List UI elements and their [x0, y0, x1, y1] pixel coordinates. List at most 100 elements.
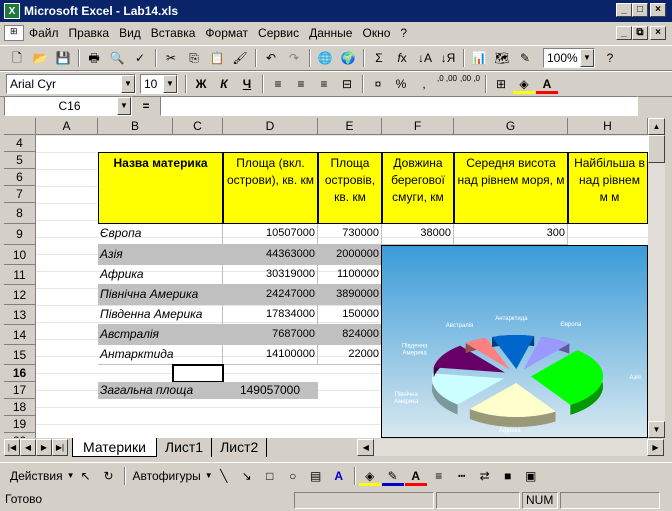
row-header-15[interactable]: 15	[4, 345, 36, 365]
scroll-right-icon[interactable]: ▶	[647, 439, 664, 456]
column-header-b[interactable]: B	[98, 118, 173, 135]
line-icon[interactable]: ╲	[213, 466, 235, 486]
rotate-icon[interactable]: ↻	[98, 466, 120, 486]
row-header-7[interactable]: 7	[4, 186, 36, 203]
map-icon[interactable]: 🗺	[491, 48, 513, 68]
text-color-icon[interactable]: A	[404, 466, 427, 486]
line-color-icon[interactable]: ✎	[381, 466, 404, 486]
redo-icon[interactable]: ↷	[283, 48, 305, 68]
cell-total-value[interactable]: 149057000	[223, 382, 318, 399]
active-cell-c16[interactable]	[172, 364, 224, 383]
fill-bucket-icon[interactable]: ◈	[358, 466, 381, 486]
row-header-18[interactable]: 18	[4, 399, 36, 416]
merge-center-icon[interactable]: ⊟	[336, 74, 358, 94]
prev-sheet-icon[interactable]: ◀	[20, 439, 36, 456]
scroll-up-icon[interactable]: ▲	[648, 118, 665, 135]
scroll-left-icon[interactable]: ◀	[357, 439, 375, 456]
first-sheet-icon[interactable]: |◀	[4, 439, 20, 456]
header-avg-height[interactable]: Середня висота над рівнем моря, м	[454, 152, 568, 224]
tab-lyst2[interactable]: Лист2	[212, 438, 268, 457]
cell-area-europe[interactable]: 10507000	[223, 224, 318, 245]
drawing-icon[interactable]: ✎	[514, 48, 536, 68]
cell-islands-asia[interactable]: 2000000	[318, 245, 382, 265]
cell-islands-north-america[interactable]: 3890000	[318, 285, 382, 305]
header-max-height[interactable]: Найбільша в над рівнем м м	[568, 152, 648, 224]
oval-icon[interactable]: ○	[282, 466, 304, 486]
cell-avg-europe[interactable]: 300	[454, 224, 568, 245]
menu-view[interactable]: Вид	[114, 26, 146, 40]
row-header-14[interactable]: 14	[4, 325, 36, 345]
menu-insert[interactable]: Вставка	[146, 26, 201, 40]
header-name[interactable]: Назва материка	[98, 152, 223, 224]
cell-islands-australia[interactable]: 824000	[318, 325, 382, 345]
autosum-icon[interactable]: Σ	[368, 48, 390, 68]
row-header-16[interactable]: 16	[4, 365, 36, 382]
wordart-icon[interactable]: A	[328, 466, 350, 486]
line-style-icon[interactable]: ≡	[428, 466, 450, 486]
spelling-icon[interactable]: ✓	[129, 48, 151, 68]
currency-icon[interactable]: ¤	[367, 74, 389, 94]
align-right-icon[interactable]: ≡	[313, 74, 335, 94]
paste-icon[interactable]: 📋	[206, 48, 228, 68]
zoom-select[interactable]: 100% ▼	[543, 48, 595, 68]
hyperlink-icon[interactable]: 🌐	[314, 48, 336, 68]
preview-icon[interactable]: 🔍	[106, 48, 128, 68]
autoshapes-menu[interactable]: Автофигуры	[129, 469, 205, 483]
row-header-8[interactable]: 8	[4, 203, 36, 224]
row-header-4[interactable]: 4	[4, 135, 36, 152]
fill-color-icon[interactable]: ◈	[513, 74, 535, 94]
vertical-scroll-thumb[interactable]	[648, 135, 665, 163]
header-area[interactable]: Площа (вкл. острови), кв. км	[223, 152, 318, 224]
minimize-button[interactable]: _	[616, 3, 632, 17]
cell-islands-antarctica[interactable]: 22000	[318, 345, 382, 365]
vertical-scrollbar[interactable]: ▲ ▼	[648, 118, 665, 438]
worksheet-grid[interactable]: A B C D E F G H 4 5 6 7 8 9 10 11 12 13 …	[4, 118, 648, 438]
doc-restore-button[interactable]: ⧉	[632, 26, 648, 40]
pie-chart[interactable]: Європа Азія Африка Північна Америка Південна А…	[381, 245, 648, 438]
formula-input[interactable]	[160, 96, 638, 116]
next-sheet-icon[interactable]: ▶	[36, 439, 52, 456]
menu-help[interactable]: ?	[395, 26, 412, 40]
bold-button[interactable]: Ж	[190, 74, 212, 94]
column-header-h[interactable]: H	[568, 118, 648, 135]
open-icon[interactable]: 📂	[29, 48, 51, 68]
dash-style-icon[interactable]: ┅	[451, 466, 473, 486]
last-sheet-icon[interactable]: ▶|	[52, 439, 68, 456]
decrease-decimal-button[interactable]: ,00 ,0	[459, 74, 481, 94]
excel-icon[interactable]: X	[4, 3, 20, 19]
underline-button[interactable]: Ч	[236, 74, 258, 94]
maximize-button[interactable]: □	[632, 3, 648, 17]
menu-format[interactable]: Формат	[200, 26, 253, 40]
sort-asc-icon[interactable]: ↓A	[414, 48, 436, 68]
name-box[interactable]: C16 ▼	[4, 96, 132, 116]
menu-data[interactable]: Данные	[304, 26, 357, 40]
row-header-19[interactable]: 19	[4, 416, 36, 433]
column-header-f[interactable]: F	[382, 118, 454, 135]
cell-area-north-america[interactable]: 24247000	[223, 285, 318, 305]
comma-button[interactable]: ,	[413, 74, 435, 94]
rectangle-icon[interactable]: □	[259, 466, 281, 486]
align-center-icon[interactable]: ≡	[290, 74, 312, 94]
arrow-icon[interactable]: ↘	[236, 466, 258, 486]
font-size-select[interactable]: 10 ▼	[140, 74, 178, 94]
row-header-6[interactable]: 6	[4, 169, 36, 186]
row-header-10[interactable]: 10	[4, 245, 36, 265]
row-header-12[interactable]: 12	[4, 285, 36, 305]
header-coast[interactable]: Довжина берегової смуги, км	[382, 152, 454, 224]
select-pointer-icon[interactable]: ↖	[75, 466, 97, 486]
column-header-d[interactable]: D	[223, 118, 318, 135]
cell-islands-africa[interactable]: 1100000	[318, 265, 382, 285]
italic-button[interactable]: К	[213, 74, 235, 94]
cell-name-asia[interactable]: Азія	[98, 245, 223, 265]
new-icon[interactable]: 🗋	[6, 48, 28, 68]
menu-tools[interactable]: Сервис	[253, 26, 304, 40]
cell-name-europe[interactable]: Європа	[98, 224, 223, 245]
column-header-a[interactable]: A	[36, 118, 98, 135]
column-header-e[interactable]: E	[318, 118, 382, 135]
row-header-5[interactable]: 5	[4, 152, 36, 169]
print-icon[interactable]: 🖶	[83, 48, 105, 68]
close-button[interactable]: ×	[650, 3, 666, 17]
horizontal-scrollbar[interactable]: ◀ ▶	[357, 439, 664, 456]
font-select[interactable]: Arial Cyr ▼	[6, 74, 136, 94]
cell-total-label[interactable]: Загальна площа	[98, 382, 223, 399]
